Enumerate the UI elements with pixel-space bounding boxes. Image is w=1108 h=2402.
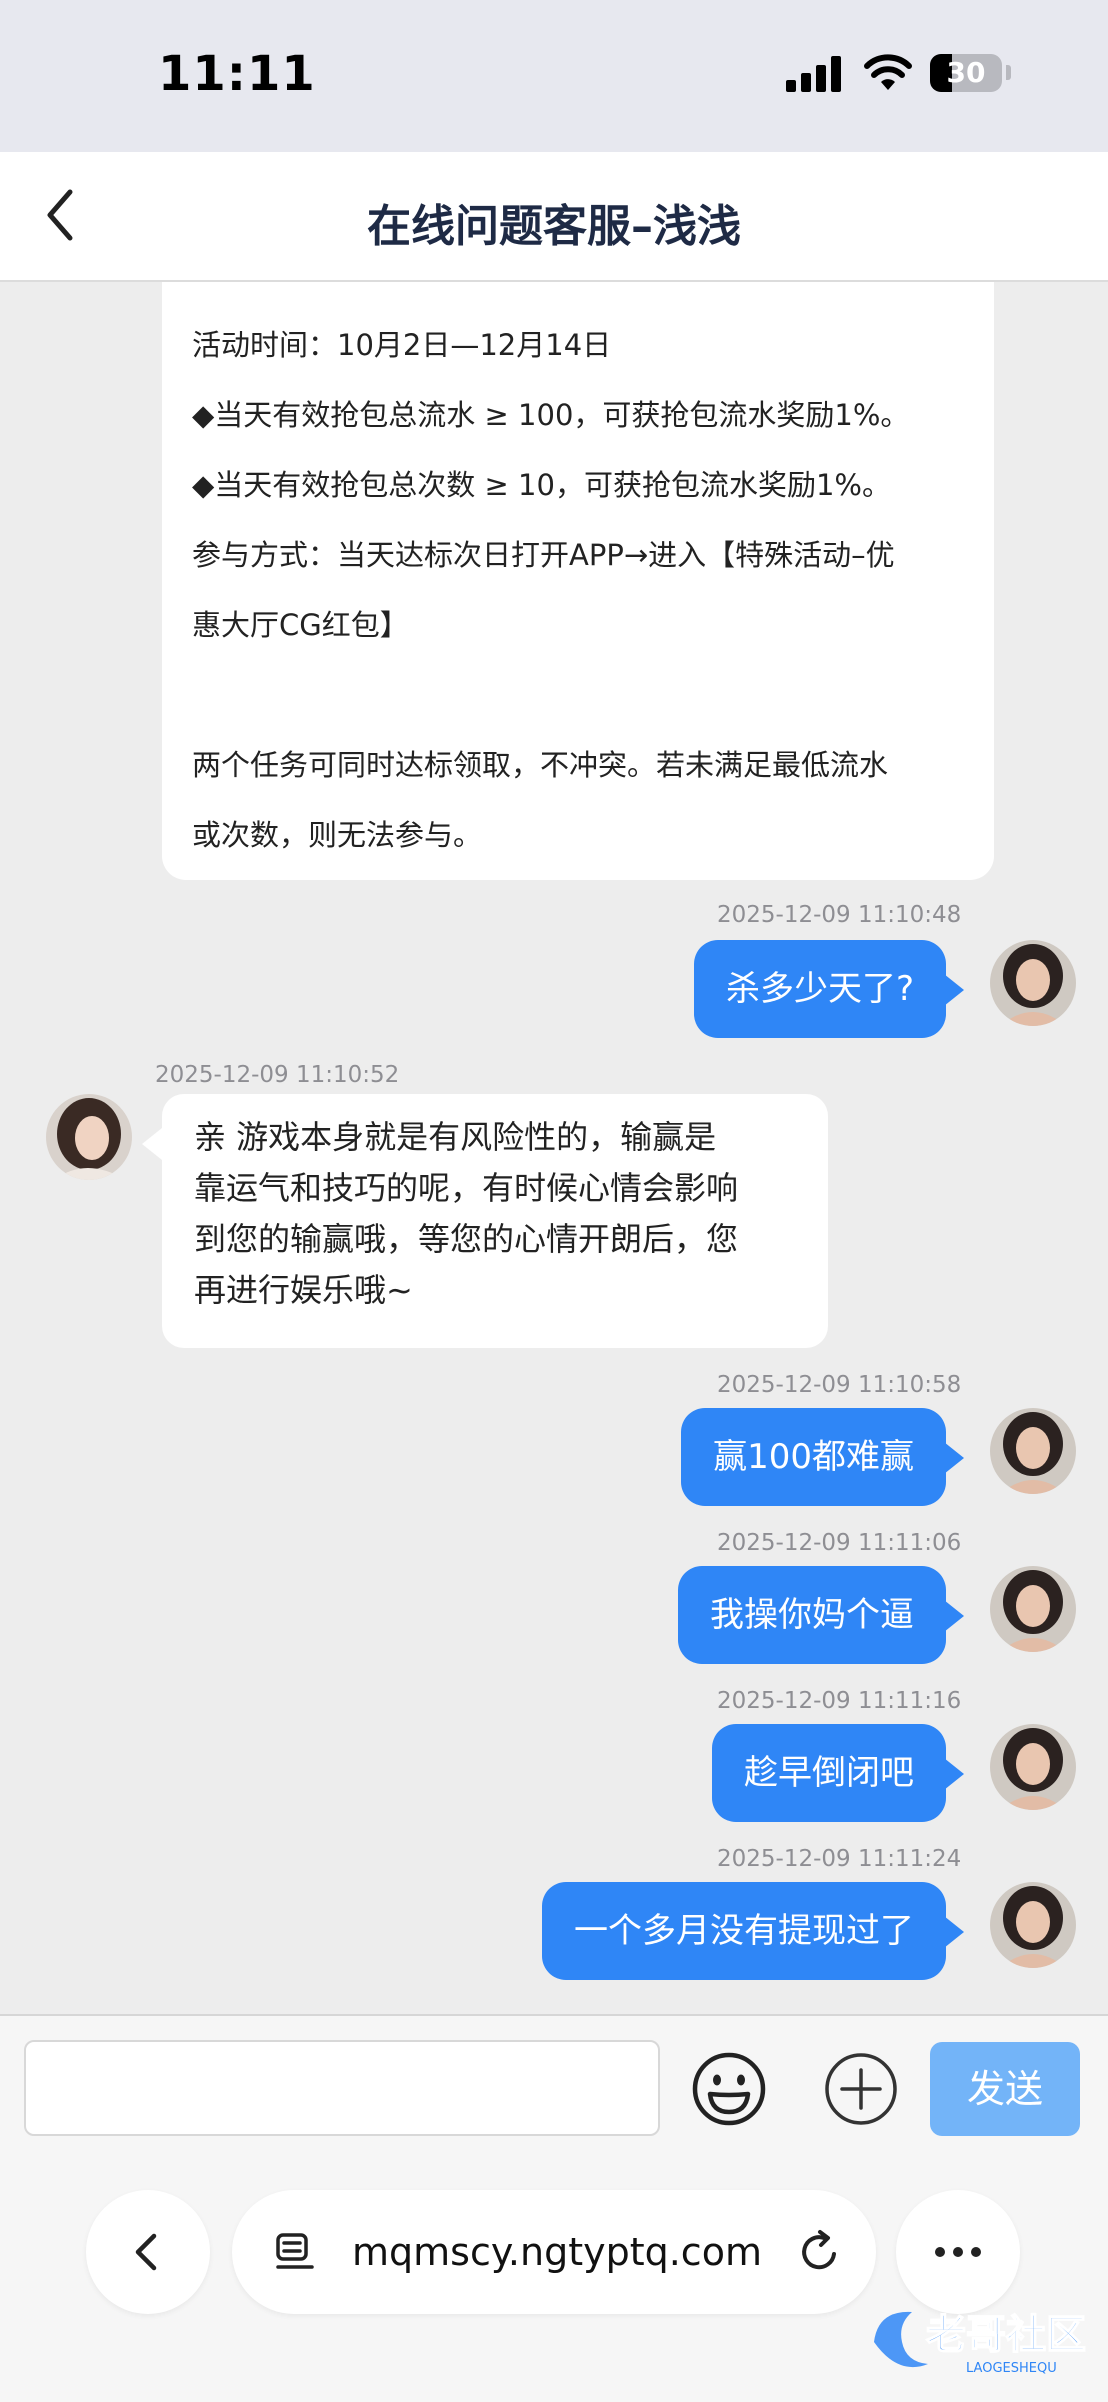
url-text[interactable]: mqmscy.ngtyptq.com bbox=[352, 2190, 762, 2314]
notice-line: 或次数，则无法参与。 bbox=[192, 818, 483, 852]
wifi-icon bbox=[864, 54, 912, 90]
user-avatar[interactable] bbox=[990, 1882, 1076, 1968]
cellular-signal-icon bbox=[786, 56, 842, 92]
message-timestamp: 2025-12-09 11:10:52 bbox=[155, 1062, 400, 1088]
more-options-button[interactable] bbox=[896, 2190, 1020, 2314]
battery-cap bbox=[1006, 65, 1011, 80]
message-timestamp: 2025-12-09 11:10:58 bbox=[717, 1372, 962, 1398]
notice-line: ◆当天有效抢包总流水 ≥ 100，可获抢包流水奖励1%。 bbox=[192, 398, 910, 432]
user-avatar[interactable] bbox=[990, 1408, 1076, 1494]
bubble-tail bbox=[944, 1600, 964, 1632]
status-bar: 11:11 30 bbox=[0, 0, 1108, 152]
bubble-tail bbox=[944, 974, 964, 1006]
message-line: 靠运气和技巧的呢，有时候心情会影响 bbox=[194, 1169, 739, 1207]
battery-icon: 30 bbox=[930, 54, 1002, 92]
user-avatar[interactable] bbox=[990, 1566, 1076, 1652]
message-timestamp: 2025-12-09 11:11:16 bbox=[717, 1688, 962, 1714]
support-message-bubble[interactable]: 亲 游戏本身就是有风险性的，输赢是 靠运气和技巧的呢，有时候心情会影响 到您的输… bbox=[162, 1094, 828, 1348]
message-line: 亲 游戏本身就是有风险性的，输赢是 bbox=[194, 1118, 717, 1156]
chevron-left-icon bbox=[135, 2233, 157, 2271]
page-title: 在线问题客服–浅浅 bbox=[367, 201, 741, 252]
address-bar[interactable]: mqmscy.ngtyptq.com bbox=[232, 2190, 876, 2314]
user-message-bubble[interactable]: 赢100都难赢 bbox=[681, 1408, 946, 1506]
status-time: 11:11 bbox=[158, 46, 316, 102]
watermark-logo: 老哥社区 LAOGESHEQU bbox=[874, 2311, 1087, 2376]
watermark-text: 老哥社区 bbox=[926, 2312, 1086, 2358]
notice-line: 两个任务可同时达标领取，不冲突。若未满足最低流水 bbox=[192, 748, 889, 782]
user-avatar[interactable] bbox=[990, 940, 1076, 1026]
chat-header: 在线问题客服–浅浅 bbox=[0, 152, 1108, 282]
user-message-bubble[interactable]: 趁早倒闭吧 bbox=[712, 1724, 946, 1822]
reload-icon[interactable] bbox=[796, 2228, 844, 2276]
add-attachment-icon[interactable] bbox=[822, 2050, 900, 2128]
browser-back-button[interactable] bbox=[86, 2190, 210, 2314]
message-line: 再进行娱乐哦~ bbox=[194, 1271, 413, 1309]
battery-level: 30 bbox=[946, 56, 986, 89]
reader-mode-icon[interactable] bbox=[272, 2230, 316, 2274]
bubble-tail bbox=[944, 1758, 964, 1790]
message-line: 到您的输赢哦，等您的心情开朗后，您 bbox=[194, 1220, 739, 1258]
notice-line: 活动时间：10月2日—12月14日 bbox=[192, 328, 612, 362]
notice-line: 参与方式：当天达标次日打开APP→进入【特殊活动–优 bbox=[192, 538, 895, 572]
message-timestamp: 2025-12-09 11:10:48 bbox=[717, 902, 962, 928]
ellipsis-icon bbox=[935, 2247, 981, 2257]
activity-notice-message: 活动时间：10月2日—12月14日 ◆当天有效抢包总流水 ≥ 100，可获抢包流… bbox=[162, 282, 994, 880]
message-timestamp: 2025-12-09 11:11:06 bbox=[717, 1530, 962, 1556]
message-input[interactable] bbox=[24, 2040, 660, 2136]
emoji-icon[interactable] bbox=[690, 2050, 768, 2128]
user-avatar[interactable] bbox=[990, 1724, 1076, 1810]
user-message-bubble[interactable]: 杀多少天了? bbox=[693, 940, 946, 1038]
notice-line: ◆当天有效抢包总次数 ≥ 10，可获抢包流水奖励1%。 bbox=[192, 468, 891, 502]
user-message-bubble[interactable]: 我操你妈个逼 bbox=[678, 1566, 946, 1664]
message-timestamp: 2025-12-09 11:11:24 bbox=[717, 1846, 962, 1872]
support-agent-avatar[interactable] bbox=[46, 1094, 132, 1180]
notice-line: 惠大厅CG红包】 bbox=[192, 608, 409, 642]
bubble-tail bbox=[944, 1442, 964, 1474]
watermark-subtext: LAOGESHEQU bbox=[966, 2361, 1057, 2376]
bubble-tail bbox=[944, 1916, 964, 1948]
chat-messages[interactable]: 活动时间：10月2日—12月14日 ◆当天有效抢包总流水 ≥ 100，可获抢包流… bbox=[0, 282, 1108, 2012]
user-message-bubble[interactable]: 一个多月没有提现过了 bbox=[542, 1882, 946, 1980]
bubble-tail bbox=[142, 1128, 162, 1160]
send-button[interactable]: 发送 bbox=[930, 2042, 1080, 2136]
